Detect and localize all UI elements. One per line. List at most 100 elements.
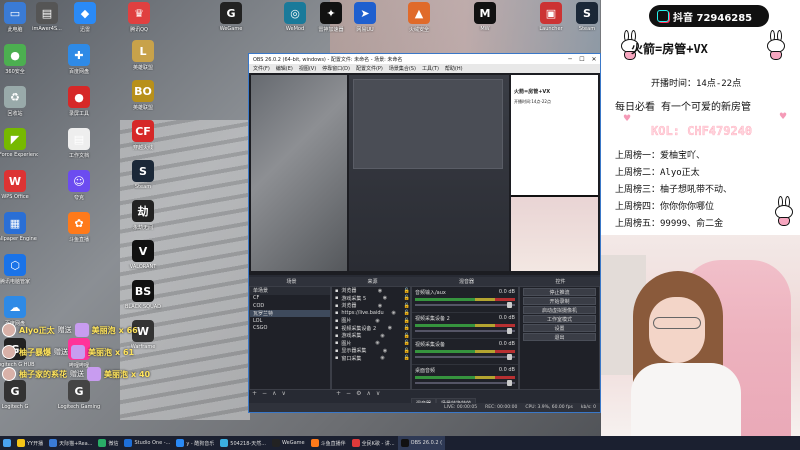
control-button[interactable]: 工作室模式 [523,315,596,323]
scene-item[interactable]: COD [250,302,330,310]
desktop-icon[interactable]: ▤ 工作文档 [56,128,102,170]
source-item[interactable]: ▪ 图片 ◉ 🔓 [332,340,410,348]
desktop-icon[interactable]: W WPS Office [0,170,38,212]
desktop-icon[interactable]: ✚ 百度网盘 [56,44,102,86]
desktop-icon[interactable]: ⬡ 腾讯电脑管家 [0,254,38,296]
desktop-icon[interactable]: V VALORANT [120,240,166,282]
obs-titlebar[interactable]: OBS 26.0.2 (64-bit, windows) - 配置文件: 未命名… [249,54,600,64]
lock-icon[interactable]: 🔓 [404,318,410,324]
lock-icon[interactable]: 🔓 [404,325,410,331]
desktop-icon[interactable]: ♻ 回收站 [0,86,38,128]
control-button[interactable]: 启动虚拟摄像机 [523,306,596,314]
taskbar-app[interactable]: 全民K歌 - 讲... [349,436,398,450]
start-button[interactable] [0,436,14,450]
volume-slider[interactable] [415,302,515,308]
desktop-icon[interactable]: S Steam [120,160,166,202]
desktop-icon[interactable]: ◆ 迅雷 [62,2,108,44]
desktop-icon[interactable]: M MW [462,2,508,44]
maximize-icon[interactable]: ☐ [576,56,588,63]
obs-menu-item[interactable]: 帮助(H) [445,65,463,72]
volume-knob[interactable] [507,380,512,386]
desktop-icon[interactable]: ● 录屏工具 [56,86,102,128]
taskbar-app[interactable]: 504218-天然... [217,436,269,450]
obs-menu-item[interactable]: 视图(V) [299,65,316,72]
lock-icon[interactable]: 🔓 [404,348,410,354]
taskbar-app[interactable]: 斗鱼直播伴 [308,436,349,450]
desktop-icon[interactable]: CF 穿越火线 [120,120,166,162]
obs-menu-item[interactable]: 配置文件(P) [356,65,383,72]
visibility-eye-icon[interactable]: ◉ [375,340,379,346]
lock-icon[interactable]: 🔓 [404,355,410,361]
source-item[interactable]: ▪ 图片 ◉ 🔓 [332,317,410,325]
source-settings-icon[interactable]: ⚙ [356,390,361,398]
volume-knob[interactable] [507,354,512,360]
desktop-icon[interactable]: ☺ 夸克 [56,170,102,212]
visibility-eye-icon[interactable]: ◉ [388,325,392,331]
lock-icon[interactable]: 🔓 [404,340,410,346]
volume-slider[interactable] [415,354,515,360]
desktop-icon[interactable]: BS BLACK SQUAD [120,280,166,322]
minimize-icon[interactable]: ─ [564,56,576,63]
source-item[interactable]: ▪ 视频采集设备 2 ◉ 🔓 [332,325,410,333]
source-down-icon[interactable]: ∨ [376,390,380,398]
source-up-icon[interactable]: ∧ [366,390,370,398]
visibility-eye-icon[interactable]: ◉ [380,355,384,361]
visibility-eye-icon[interactable]: ◉ [375,318,379,324]
scene-down-icon[interactable]: ∨ [281,390,285,398]
taskbar-app[interactable]: Studio One -... [121,436,173,450]
desktop-icon[interactable]: BO 英雄联盟 [120,80,166,122]
scene-item[interactable]: 瓦罗兰特 [250,309,330,317]
desktop-icon[interactable]: ➤ 网易UU [342,2,388,44]
lock-icon[interactable]: 🔓 [404,288,410,294]
lock-icon[interactable]: 🔓 [404,310,410,316]
obs-preview[interactable]: 火箭=房管+VX 开播时间:14点-22点 [249,73,600,275]
desktop-icon[interactable]: ▲ 火绒安全 [396,2,442,44]
source-item[interactable]: ▪ 显示器采集 ◉ 🔓 [332,347,410,355]
desktop-icon[interactable]: L 英雄联盟 [120,40,166,82]
desktop-icon[interactable]: G Logitech G [0,380,38,422]
taskbar-app[interactable]: 天际猫+Rea... [46,436,95,450]
source-item[interactable]: ▪ 浏览器 ◉ 🔓 [332,302,410,310]
obs-window[interactable]: OBS 26.0.2 (64-bit, windows) - 配置文件: 未命名… [248,53,601,413]
obs-menu-item[interactable]: 文件(F) [253,65,270,72]
taskbar-app[interactable]: y - 酷狗音乐 [173,436,217,450]
scene-item[interactable]: LOL [250,317,330,325]
close-icon[interactable]: ✕ [588,56,600,63]
source-item[interactable]: ▪ 窗口采集 ◉ 🔓 [332,355,410,363]
desktop-icon[interactable]: ◤ GeForce Experience [0,128,38,170]
remove-source-icon[interactable]: − [346,390,351,398]
desktop-icon[interactable]: 劫永劫无间 [120,200,166,242]
add-scene-icon[interactable]: + [252,390,257,398]
volume-knob[interactable] [507,302,512,308]
visibility-eye-icon[interactable]: ◉ [380,333,384,339]
control-button[interactable]: 设置 [523,324,596,332]
desktop-icon[interactable]: ♛ 腾讯QQ [116,2,162,44]
desktop-icon[interactable]: ▦ Wallpaper Engine [0,212,38,254]
control-button[interactable]: 停止推流 [523,288,596,296]
taskbar-app[interactable]: YY开播 [14,436,46,450]
visibility-eye-icon[interactable]: ◉ [378,288,382,294]
scene-up-icon[interactable]: ∧ [272,390,276,398]
visibility-eye-icon[interactable]: ◉ [378,303,382,309]
add-source-icon[interactable]: + [336,390,341,398]
source-item[interactable]: ▪ https://live.baidu ◉ 🔓 [332,310,410,318]
control-button[interactable]: 退出 [523,333,596,341]
desktop-icon[interactable]: ✿ 斗鱼直播 [56,212,102,254]
source-item[interactable]: ▪ 浏览器 ◉ 🔓 [332,287,410,295]
taskbar-app[interactable]: OBS 26.0.2 ( [397,436,446,450]
volume-slider[interactable] [415,380,515,386]
scene-item[interactable]: CSGO [250,325,330,333]
taskbar-app[interactable]: 微信 [95,436,121,450]
visibility-eye-icon[interactable]: ◉ [383,295,387,301]
obs-menu-item[interactable]: 场景集合(S) [389,65,416,72]
source-item[interactable]: ▪ 游戏采集 ◉ 🔓 [332,332,410,340]
lock-icon[interactable]: 🔓 [404,303,410,309]
volume-slider[interactable] [415,328,515,334]
desktop-icon[interactable]: ● 360安全 [0,44,38,86]
control-button[interactable]: 开始录制 [523,297,596,305]
taskbar-app[interactable]: WeGame [269,436,308,450]
desktop-icon[interactable]: G Logitech Gaming [56,380,102,422]
source-item[interactable]: ▪ 游戏采集 5 ◉ 🔓 [332,295,410,303]
lock-icon[interactable]: 🔓 [404,333,410,339]
visibility-eye-icon[interactable]: ◉ [383,348,387,354]
